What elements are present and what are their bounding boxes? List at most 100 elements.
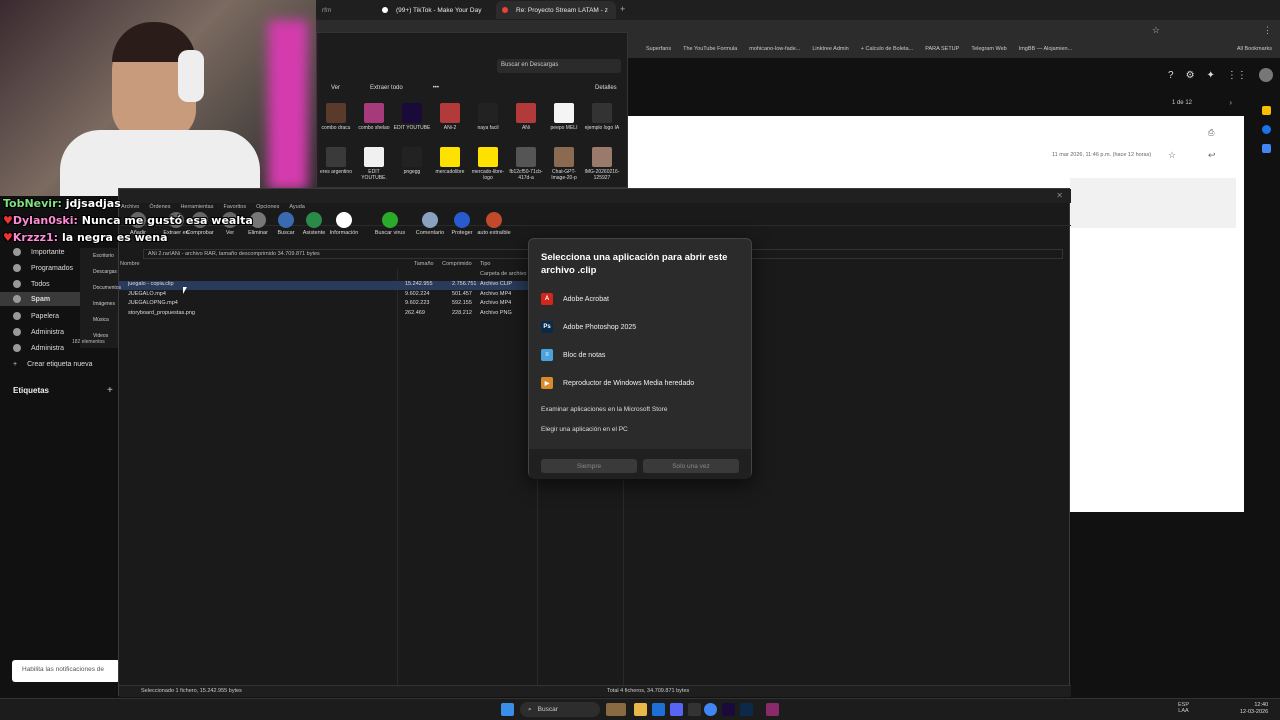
app-option[interactable]: ≡ Bloc de notas [541,347,605,363]
explorer-file[interactable]: combo shelao [355,103,393,131]
sidebar-item-label: Administra [31,344,65,352]
settings-icon[interactable]: ⚙ [1186,70,1195,81]
taskbar-search[interactable]: ⌕ Buscar [520,702,600,717]
toolbar-button[interactable]: Información [324,212,364,236]
gemini-icon[interactable]: ✦ [1207,70,1215,81]
help-icon[interactable]: ? [1168,70,1174,81]
contacts-icon[interactable] [1262,144,1271,153]
language-indicator[interactable]: ESP LAA [1178,702,1189,714]
explorer-file[interactable]: peepo MELI [545,103,583,131]
explorer-icon[interactable] [652,703,665,716]
bookmark-item[interactable]: ImgBB — Alojamien... [1019,46,1073,52]
menu-item[interactable]: Herramientas [180,204,213,210]
microsoft-store-link[interactable]: Examinar aplicaciones en la Microsoft St… [541,406,667,413]
discord-icon[interactable] [670,703,683,716]
explorer-file[interactable]: naya facil [469,103,507,131]
app-option[interactable]: ▶ Reproductor de Windows Media heredado [541,375,694,391]
explorer-file[interactable]: IMG-20260216-125927 [583,147,621,181]
explorer-file[interactable]: fb12cf50-71cb-417d-a [507,147,545,181]
widget-icon[interactable] [606,703,626,716]
toolbar-button[interactable]: Buscar virus [370,212,410,236]
nav-item[interactable]: Escritorio [93,248,118,264]
explorer-file[interactable]: ANi-2 [431,103,469,131]
tab-gmail[interactable]: Re: Proyecto Stream LATAM - z [496,1,616,19]
explorer-file[interactable]: Chat-GPT-Image-20-p [545,147,583,181]
keep-icon[interactable] [1262,106,1271,115]
file-row[interactable]: JUEGALOPNG.mp4 9.602.223 592.155 Archivo MP… [118,300,538,309]
reply-icon[interactable]: ↩ [1208,150,1216,161]
nav-item[interactable]: Documentos [93,280,121,296]
chrome-icon[interactable] [704,703,717,716]
column-header-name[interactable]: Nombre [120,261,140,267]
explorer-search-input[interactable]: Buscar en Descargas [497,59,621,73]
notification-banner[interactable]: Habilita las notificaciones de [12,660,120,682]
toolbar-button[interactable]: auto extraíble [474,212,514,236]
premiere-icon[interactable] [722,703,735,716]
nav-item[interactable]: Música [93,312,118,328]
bookmark-item[interactable]: Superfans [646,46,671,52]
menu-item[interactable]: Favoritos [223,204,246,210]
explorer-file[interactable]: EDIT YOUTUBE. [355,147,393,181]
view-button[interactable]: Ver [331,85,340,91]
bookmark-item[interactable]: The YouTube Formula [683,46,737,52]
new-tab-icon[interactable]: + [620,4,625,14]
file-row[interactable]: JUEGALO.mp4 9.602.224 501.457 Archivo MP4 [118,291,538,300]
all-bookmarks[interactable]: All Bookmarks [1237,46,1272,52]
column-header-packed[interactable]: Comprimido [442,261,472,267]
bookmark-item[interactable]: Linktree Admin [812,46,848,52]
just-once-button[interactable]: Solo una vez [643,459,739,473]
create-label-button[interactable]: + Crear etiqueta nueva [0,357,120,371]
winrar-taskbar-icon[interactable] [766,703,779,716]
obs-icon[interactable] [688,703,701,716]
tab-tiktok[interactable]: (99+) TikTok - Make Your Day [376,1,492,19]
explorer-file[interactable]: pngegg [393,147,431,175]
toolbar-icon [306,212,322,228]
file-thumbnail-icon [478,103,498,123]
bookmark-item[interactable]: mohicano-low-fade... [749,46,800,52]
file-cell-packed: 592.155 [452,300,472,306]
explorer-file[interactable]: EDIT YOUTUBE [393,103,431,131]
explorer-file[interactable]: combo dracu [317,103,355,131]
folder-icon[interactable] [634,703,647,716]
bookmark-item[interactable]: + Calculo de Boleta... [861,46,913,52]
explorer-file[interactable]: mercadolibre [431,147,469,175]
explorer-file[interactable]: eres argentino [317,147,355,175]
bookmark-item[interactable]: Telegram Web [971,46,1006,52]
start-icon[interactable] [501,703,514,716]
star-icon[interactable]: ☆ [1168,150,1176,161]
menu-item[interactable]: Opciones [256,204,279,210]
menu-icon[interactable]: ⋮ [1263,25,1272,36]
file-row[interactable]: juegalo - copia.clip 15.242.955 2.756.751 A… [118,281,538,290]
close-icon[interactable]: ✕ [1056,191,1063,200]
column-header-type[interactable]: Tipo [480,261,491,267]
add-label-icon[interactable]: + [107,385,113,396]
nav-item[interactable]: Descargas [93,264,118,280]
file-row[interactable]: storyboard_propuestas.png 262.469 228.212 A… [118,310,538,319]
menu-item[interactable]: Órdenes [149,204,170,210]
next-page-icon[interactable]: › [1229,98,1232,107]
file-label: pngegg [403,169,421,175]
clock[interactable]: 12:40 12-03-2026 [1240,702,1268,716]
tasks-icon[interactable] [1262,125,1271,134]
tab-partial[interactable]: rfm [316,1,376,19]
nav-item[interactable]: Imágenes [93,296,118,312]
app-option[interactable]: A Adobe Acrobat [541,291,609,307]
avatar[interactable] [1258,68,1273,82]
explorer-file[interactable]: ejemplo logo IA [583,103,621,131]
print-icon[interactable]: ⎙ [1208,128,1214,138]
app-option[interactable]: Ps Adobe Photoshop 2025 [541,319,636,335]
details-button[interactable]: Detalles [595,85,617,91]
choose-app-on-pc-link[interactable]: Elegir una aplicación en el PC [541,426,628,433]
more-icon[interactable]: ••• [433,85,439,91]
column-header-size[interactable]: Tamaño [414,261,434,267]
bookmark-star-icon[interactable]: ☆ [1152,25,1160,36]
extract-all-button[interactable]: Extraer todo [370,85,403,91]
bookmark-item[interactable]: PARA SETUP [925,46,959,52]
photoshop-icon[interactable] [740,703,753,716]
explorer-file[interactable]: mercado-libre-logo [469,147,507,181]
menu-item[interactable]: Ayuda [289,204,305,210]
explorer-file[interactable]: ANi [507,103,545,131]
apps-grid-icon[interactable]: ⋮⋮ [1227,70,1247,81]
always-button[interactable]: Siempre [541,459,637,473]
menu-item[interactable]: Archivo [121,204,139,210]
